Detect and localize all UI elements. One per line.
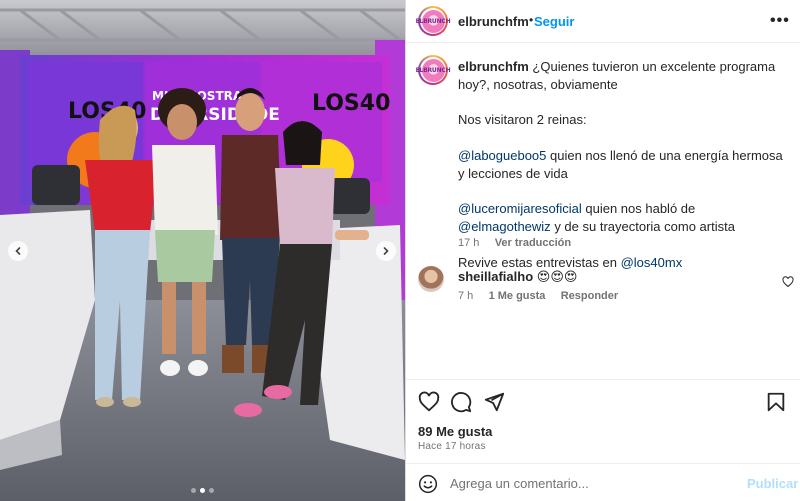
commenter-avatar[interactable] bbox=[418, 266, 444, 292]
post-side-panel: ELBRUNCH elbrunchfm • Seguir ••• ELBRUNC… bbox=[405, 0, 800, 501]
studio-photo: LOS40 MUY NOSTRA DIVERSIDADE LOS40 bbox=[0, 0, 405, 501]
comment-composer: Publicar bbox=[406, 463, 800, 501]
comment-time[interactable]: 7 h bbox=[458, 290, 473, 302]
share-paper-plane-icon[interactable] bbox=[483, 391, 505, 413]
likes-count[interactable]: 89 Me gusta bbox=[418, 424, 492, 439]
follow-button[interactable]: Seguir bbox=[534, 14, 574, 29]
comment-input[interactable] bbox=[450, 473, 740, 493]
carousel-dot bbox=[191, 488, 196, 493]
comment-meta: 7 h 1 Me gusta Responder bbox=[458, 290, 618, 302]
comment-username[interactable]: sheillafialho bbox=[458, 269, 533, 284]
emoji-icon[interactable] bbox=[418, 474, 438, 494]
caption-line-4-rest: y de su trayectoria como artista bbox=[554, 219, 735, 235]
caption-avatar-logo-text: ELBRUNCH bbox=[416, 58, 451, 82]
see-translation-link[interactable]: Ver traducción bbox=[495, 237, 571, 249]
caption-line-5: Revive estas entrevistas en bbox=[458, 254, 617, 270]
header-username[interactable]: elbrunchfm bbox=[458, 14, 529, 29]
avatar-logo-text: ELBRUNCH bbox=[416, 9, 451, 33]
account-avatar[interactable]: ELBRUNCH bbox=[416, 6, 451, 36]
comment-like-heart-icon[interactable] bbox=[782, 276, 794, 288]
post-header: ELBRUNCH elbrunchfm • Seguir ••• bbox=[406, 0, 800, 43]
like-heart-icon[interactable] bbox=[418, 391, 440, 413]
caption-time[interactable]: 17 h bbox=[458, 237, 479, 249]
carousel-next-button[interactable] bbox=[376, 241, 396, 261]
carousel-dot bbox=[209, 488, 214, 493]
mention-link[interactable]: @labogueboo5 bbox=[458, 148, 546, 163]
caption-avatar[interactable]: ELBRUNCH bbox=[416, 55, 451, 85]
comment-bubble-icon[interactable] bbox=[450, 391, 472, 413]
caption-username[interactable]: elbrunchfm bbox=[458, 59, 529, 74]
more-options-icon[interactable]: ••• bbox=[770, 12, 790, 30]
mention-link[interactable]: @los40mx bbox=[621, 255, 683, 270]
chevron-left-icon bbox=[15, 247, 21, 255]
comment: sheillafialho 😍😍😍 bbox=[458, 269, 577, 285]
chevron-right-icon bbox=[383, 247, 389, 255]
caption-meta: 17 h Ver traducción bbox=[458, 237, 571, 249]
studio-sign-right: LOS40 bbox=[312, 91, 390, 116]
mention-link[interactable]: @elmagothewiz bbox=[458, 219, 551, 234]
caption-line-2: Nos visitaron 2 reinas: bbox=[458, 112, 587, 128]
header-separator: • bbox=[529, 13, 534, 27]
carousel-prev-button[interactable] bbox=[8, 241, 28, 261]
save-bookmark-icon[interactable] bbox=[765, 391, 787, 413]
carousel-indicator bbox=[0, 488, 405, 493]
comment-text: 😍😍😍 bbox=[536, 269, 578, 284]
instagram-post: LOS40 MUY NOSTRA DIVERSIDADE LOS40 bbox=[0, 0, 800, 501]
posted-time: Hace 17 horas bbox=[418, 441, 486, 452]
action-bar: 89 Me gusta Hace 17 horas bbox=[406, 379, 800, 463]
carousel-dot-active bbox=[200, 488, 205, 493]
caption-line-4-mid: quien nos habló de bbox=[585, 201, 696, 217]
reply-button[interactable]: Responder bbox=[561, 290, 618, 302]
comments-area[interactable]: ELBRUNCH elbrunchfm ¿Quienes tuvieron un… bbox=[406, 44, 800, 379]
post-photo[interactable]: LOS40 MUY NOSTRA DIVERSIDADE LOS40 bbox=[0, 0, 405, 501]
publish-button[interactable]: Publicar bbox=[747, 476, 798, 491]
comment-likes[interactable]: 1 Me gusta bbox=[489, 290, 546, 302]
mention-link[interactable]: @luceromijaresoficial bbox=[458, 201, 582, 216]
